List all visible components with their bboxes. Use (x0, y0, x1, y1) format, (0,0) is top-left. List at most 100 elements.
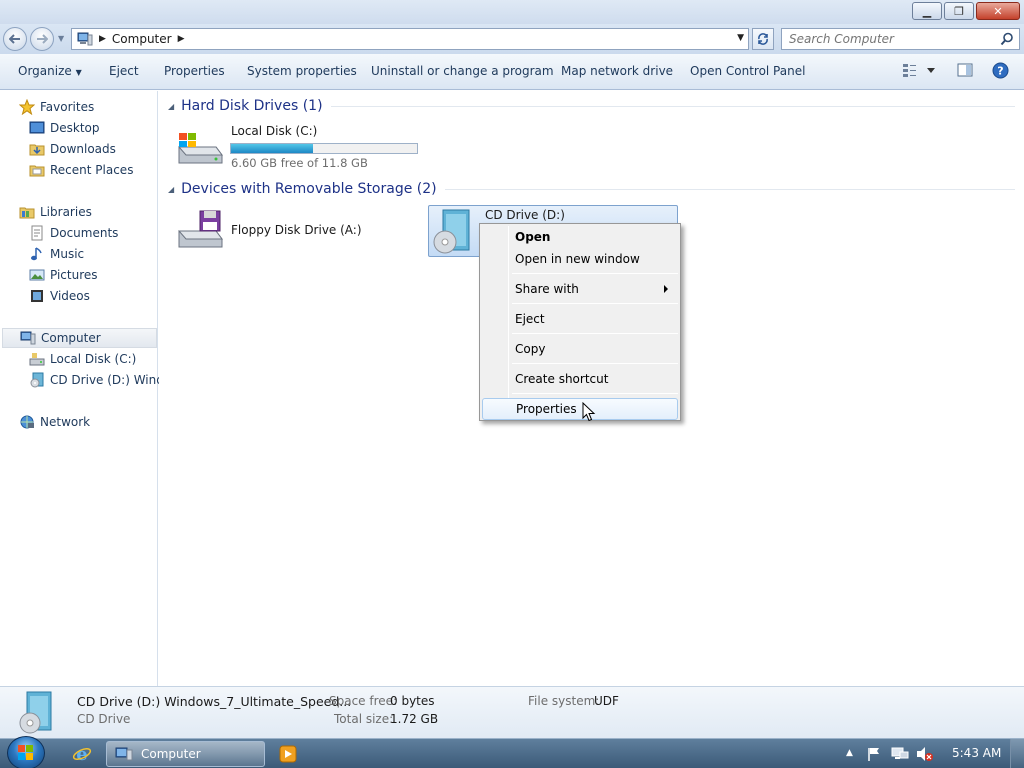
nav-pictures-label: Pictures (50, 268, 98, 282)
uninstall-program-button[interactable]: Uninstall or change a program (371, 64, 554, 78)
taskbar-explorer-window[interactable]: Computer (106, 741, 265, 767)
network-icon (20, 415, 34, 429)
cd-drive-icon (30, 372, 44, 388)
submenu-arrow-icon (664, 285, 668, 293)
menu-separator (512, 303, 678, 304)
network-tray-icon[interactable] (891, 746, 909, 762)
group-removable-storage[interactable]: ◢ Devices with Removable Storage (2) (159, 178, 1015, 200)
downloads-folder-icon (29, 144, 45, 156)
address-row: ▼ ▶ Computer ▶ ▼ (0, 24, 1024, 54)
system-clock[interactable]: 5:43 AM (952, 746, 1001, 760)
restore-button[interactable]: ❐ (944, 2, 974, 20)
nav-cd-drive[interactable]: CD Drive (D:) Windo (29, 370, 171, 390)
music-icon (31, 247, 42, 261)
forward-button[interactable] (30, 27, 54, 51)
nav-computer-label: Computer (41, 331, 101, 345)
hard-drive-icon (177, 133, 223, 164)
search-input[interactable] (789, 29, 989, 49)
system-properties-button[interactable]: System properties (247, 64, 357, 78)
nav-videos[interactable]: Videos (29, 286, 90, 306)
menu-item-properties[interactable]: Properties (482, 398, 678, 420)
nav-documents[interactable]: Documents (29, 223, 118, 243)
menu-item-share-with-label: Share with (515, 282, 579, 296)
nav-libraries[interactable]: Libraries (19, 202, 92, 222)
nav-downloads-label: Downloads (50, 142, 116, 156)
search-box[interactable] (781, 28, 1020, 50)
refresh-button[interactable] (752, 28, 774, 50)
show-desktop-button[interactable] (1010, 739, 1024, 768)
group-hard-disk-drives[interactable]: ◢ Hard Disk Drives (1) (159, 95, 1015, 117)
help-button[interactable]: ? (992, 62, 1009, 82)
menu-item-open[interactable]: Open (482, 226, 678, 248)
menu-item-copy-label: Copy (515, 342, 546, 356)
breadcrumb-separator[interactable]: ▶ (99, 34, 106, 44)
organize-button[interactable]: Organize ▼ (18, 64, 82, 78)
internet-explorer-icon: e (72, 744, 92, 764)
help-icon: ? (992, 62, 1009, 79)
mouse-cursor-icon (582, 402, 596, 422)
menu-item-copy[interactable]: Copy (482, 338, 678, 360)
address-dropdown[interactable]: ▼ (737, 33, 744, 43)
breadcrumb-computer[interactable]: Computer (112, 32, 172, 46)
breadcrumb-separator[interactable]: ▶ (178, 34, 185, 44)
preview-pane-button[interactable] (957, 62, 973, 81)
window-controls: ▁ ❐ ✕ (912, 2, 1020, 20)
nav-favorites[interactable]: Favorites (19, 97, 94, 117)
taskbar: e Computer ▲ 5:43 AM (0, 736, 1024, 768)
nav-desktop[interactable]: Desktop (29, 118, 100, 138)
properties-button[interactable]: Properties (164, 64, 225, 78)
forward-arrow-icon (37, 34, 48, 44)
group-title-hdd: Hard Disk Drives (1) (181, 98, 323, 114)
nav-downloads[interactable]: Downloads (29, 139, 116, 159)
file-system-label: File system: (528, 694, 600, 708)
eject-button[interactable]: Eject (109, 64, 139, 78)
action-center-flag-icon[interactable] (866, 746, 882, 762)
map-network-drive-button[interactable]: Map network drive (561, 64, 673, 78)
capacity-bar (230, 143, 418, 154)
preview-pane-icon (957, 63, 973, 77)
computer-icon (115, 747, 133, 761)
nav-music[interactable]: Music (29, 244, 84, 264)
media-player-button[interactable] (278, 745, 298, 763)
nav-computer[interactable]: Computer (2, 328, 157, 348)
details-title: CD Drive (D:) Windows_7_Ultimate_Speed..… (77, 694, 352, 709)
search-icon[interactable] (1000, 32, 1014, 46)
collapse-triangle-icon[interactable]: ◢ (168, 185, 174, 194)
address-bar[interactable]: ▶ Computer ▶ ▼ (71, 28, 749, 50)
back-button[interactable] (3, 27, 27, 51)
change-view-button[interactable] (902, 62, 938, 81)
menu-item-share-with[interactable]: Share with (482, 278, 678, 300)
nav-music-label: Music (50, 247, 85, 261)
svg-text:e: e (76, 744, 87, 764)
menu-item-eject-label: Eject (515, 312, 545, 326)
minimize-button[interactable]: ▁ (912, 2, 942, 20)
cd-drive-icon (19, 691, 52, 734)
close-button[interactable]: ✕ (976, 2, 1020, 20)
nav-recent-places[interactable]: Recent Places (29, 160, 133, 180)
internet-explorer-button[interactable]: e (68, 743, 96, 765)
documents-icon (31, 225, 43, 241)
menu-item-open-new-window[interactable]: Open in new window (482, 248, 678, 270)
menu-item-eject[interactable]: Eject (482, 308, 678, 330)
group-title-removable: Devices with Removable Storage (2) (181, 181, 437, 197)
menu-separator (512, 333, 678, 334)
nav-local-disk[interactable]: Local Disk (C:) (29, 349, 136, 369)
nav-recent-places-label: Recent Places (50, 163, 134, 177)
recent-pages-dropdown[interactable]: ▼ (58, 34, 64, 43)
computer-icon (77, 32, 93, 46)
menu-item-open-label: Open (515, 230, 551, 244)
collapse-triangle-icon[interactable]: ◢ (168, 102, 174, 111)
libraries-icon (19, 207, 35, 219)
start-button[interactable] (7, 736, 45, 768)
local-disk-free-space: 6.60 GB free of 11.8 GB (231, 156, 368, 170)
menu-item-properties-label: Properties (516, 402, 577, 416)
show-hidden-icons-button[interactable]: ▲ (846, 748, 853, 758)
nav-pictures[interactable]: Pictures (29, 265, 98, 285)
local-disk-name: Local Disk (C:) (231, 124, 318, 138)
nav-network[interactable]: Network (19, 412, 90, 432)
menu-item-create-shortcut[interactable]: Create shortcut (482, 368, 678, 390)
nav-libraries-label: Libraries (40, 205, 92, 219)
open-control-panel-button[interactable]: Open Control Panel (690, 64, 805, 78)
volume-muted-icon[interactable] (916, 746, 934, 762)
media-player-icon (279, 745, 297, 763)
